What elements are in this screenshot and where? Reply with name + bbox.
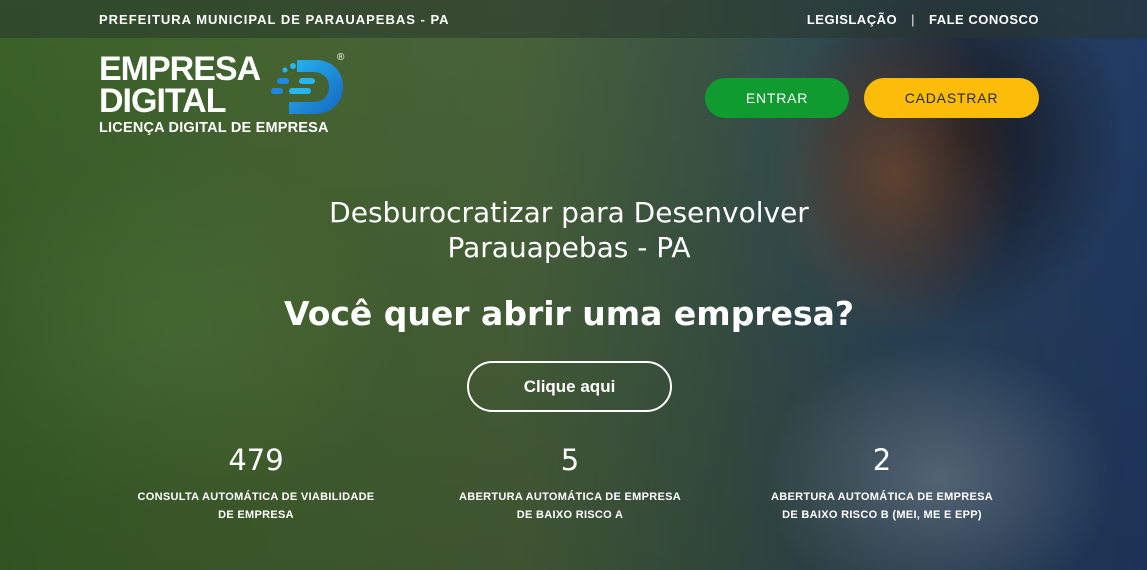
empresa-digital-logo[interactable]: EMPRESA DIGITAL LICENÇA DIGITAL DE EMPRE…	[99, 52, 349, 138]
tagline-line-2: Parauapebas - PA	[447, 231, 691, 264]
stat-viabilidade: 479 CONSULTA AUTOMÁTICA DE VIABILIDADE D…	[126, 442, 386, 524]
stat-label: ABERTURA AUTOMÁTICA DE EMPRESA DE BAIXO …	[440, 488, 700, 524]
fale-conosco-link[interactable]: FALE CONOSCO	[929, 12, 1039, 27]
clique-aqui-button[interactable]: Clique aqui	[467, 361, 672, 412]
stat-value: 5	[560, 443, 580, 477]
stat-label: ABERTURA AUTOMÁTICA DE EMPRESA DE BAIXO …	[752, 488, 1012, 524]
link-separator: |	[911, 12, 915, 27]
stat-label-line-1: CONSULTA AUTOMÁTICA DE VIABILIDADE	[137, 491, 375, 503]
stat-label-line-1: ABERTURA AUTOMÁTICA DE EMPRESA	[770, 491, 994, 503]
stat-label-line-2: DE BAIXO RISCO A	[516, 509, 624, 521]
entrar-button[interactable]: ENTRAR	[705, 78, 849, 118]
hero-tagline: Desburocratizar para Desenvolver Parauap…	[269, 195, 869, 265]
stat-label-line-2: DE BAIXO RISCO B (MEI, ME E EPP)	[782, 509, 982, 521]
hero-question: Você quer abrir uma empresa?	[283, 294, 855, 333]
tagline-line-1: Desburocratizar para Desenvolver	[329, 196, 809, 229]
top-links: LEGISLAÇÃO | FALE CONOSCO	[807, 12, 1039, 27]
stat-value: 2	[872, 443, 892, 477]
legislacao-link[interactable]: LEGISLAÇÃO	[807, 12, 897, 27]
logo-line-empresa: EMPRESA	[99, 50, 261, 88]
stat-label-line-1: ABERTURA AUTOMÁTICA DE EMPRESA	[458, 491, 682, 503]
municipality-name: PREFEITURA MUNICIPAL DE PARAUAPEBAS - PA	[99, 12, 450, 27]
stat-baixo-risco-a: 5 ABERTURA AUTOMÁTICA DE EMPRESA DE BAIX…	[440, 442, 700, 524]
stat-baixo-risco-b: 2 ABERTURA AUTOMÁTICA DE EMPRESA DE BAIX…	[752, 442, 1012, 524]
top-bar: PREFEITURA MUNICIPAL DE PARAUAPEBAS - PA…	[0, 0, 1147, 38]
stat-value: 479	[228, 443, 284, 477]
registered-mark: ®	[337, 52, 345, 63]
stat-label-line-2: DE EMPRESA	[218, 509, 294, 521]
stat-label: CONSULTA AUTOMÁTICA DE VIABILIDADE DE EM…	[126, 488, 386, 524]
logo-line-digital: DIGITAL	[99, 82, 226, 120]
d-letter-icon	[271, 60, 343, 114]
logo-subtitle: LICENÇA DIGITAL DE EMPRESA	[99, 120, 329, 136]
cadastrar-button[interactable]: CADASTRAR	[864, 78, 1039, 118]
